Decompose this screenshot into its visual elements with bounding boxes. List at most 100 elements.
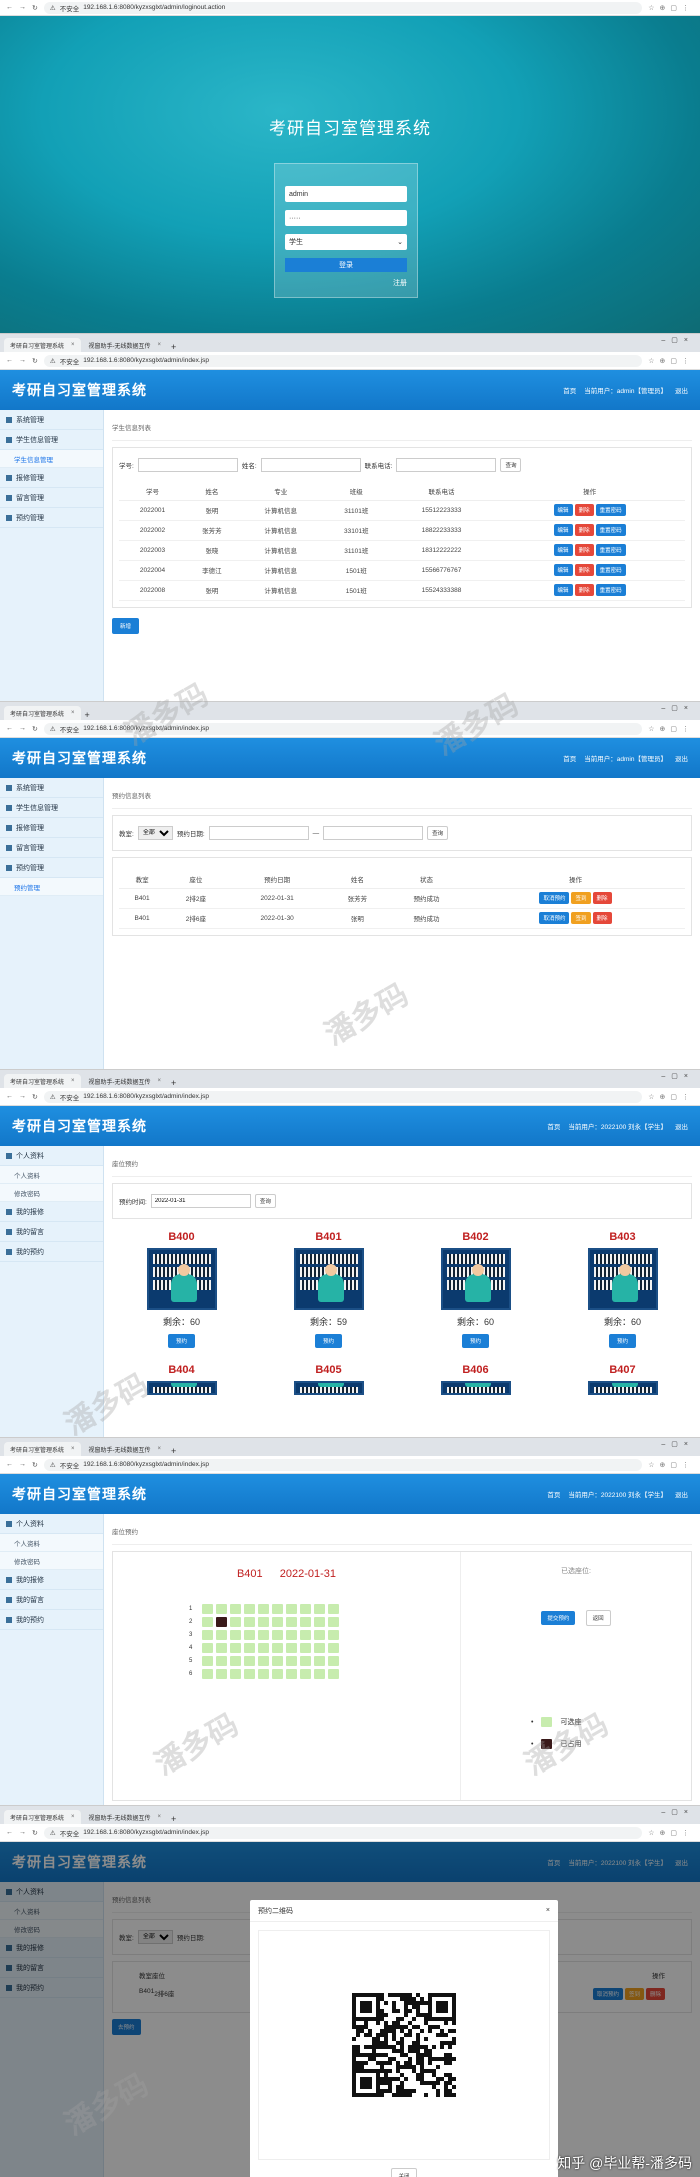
reset-password-button[interactable]: 重置密码: [595, 504, 626, 516]
search-button[interactable]: 查询: [254, 1194, 276, 1208]
seat[interactable]: [286, 1643, 297, 1653]
cancel-button[interactable]: 取消预约: [539, 912, 570, 924]
sidebar-item-students[interactable]: 学生信息管理: [0, 798, 103, 818]
seat[interactable]: [244, 1656, 255, 1666]
seat[interactable]: [202, 1604, 213, 1614]
seat[interactable]: [328, 1630, 339, 1640]
home-link[interactable]: 首页: [547, 1489, 560, 1499]
seat[interactable]: [328, 1617, 339, 1627]
delete-button[interactable]: 删除: [574, 544, 594, 556]
seat[interactable]: [286, 1617, 297, 1627]
edit-button[interactable]: 编辑: [553, 504, 573, 516]
sidebar-item-messages[interactable]: 我的留言: [0, 1222, 103, 1242]
seat[interactable]: [258, 1604, 269, 1614]
seat[interactable]: [272, 1617, 283, 1627]
seat[interactable]: [202, 1656, 213, 1666]
window-controls[interactable]: –▢×: [661, 336, 694, 344]
home-link[interactable]: 首页: [547, 1121, 560, 1131]
seat[interactable]: [202, 1669, 213, 1679]
delete-button[interactable]: 删除: [574, 524, 594, 536]
forward-icon[interactable]: →: [19, 357, 26, 364]
url-field[interactable]: ⚠ 不安全 192.168.1.6:8080/kyzxsglxt/admin/ind…: [43, 1090, 643, 1103]
seat[interactable]: [258, 1617, 269, 1627]
checkin-button[interactable]: 签到: [571, 892, 591, 904]
close-icon[interactable]: ×: [546, 1907, 550, 1914]
seat[interactable]: [286, 1604, 297, 1614]
browser-tab[interactable]: 视窗助手-无线数据互传 ×: [83, 338, 168, 352]
seat[interactable]: [230, 1617, 241, 1627]
window-controls[interactable]: –▢×: [661, 1072, 694, 1080]
sidebar-item-reservations[interactable]: 预约管理: [0, 508, 103, 528]
sidebar-item-repair[interactable]: 报修管理: [0, 468, 103, 488]
sidebar-sub-profile[interactable]: 个人资料: [0, 1534, 103, 1552]
sidebar-sub-reservations[interactable]: 预约管理: [0, 878, 103, 896]
toolbar-icons[interactable]: ☆⊕▢⋮: [648, 725, 694, 733]
role-select[interactable]: 学生 ⌄: [285, 234, 407, 250]
seat[interactable]: [300, 1617, 311, 1627]
date-from-input[interactable]: [208, 826, 309, 840]
url-field[interactable]: ⚠ 不安全 192.168.1.6:8080/kyzxsglxt/admin/ind…: [43, 722, 643, 735]
seat[interactable]: [258, 1630, 269, 1640]
browser-tab[interactable]: 考研自习室管理系统 ×: [4, 1442, 81, 1456]
url-field[interactable]: ⚠ 不安全 192.168.1.6:8080/kyzxsglxt/admin/ind…: [43, 354, 643, 367]
back-button[interactable]: 返回: [585, 1610, 611, 1626]
seat[interactable]: [300, 1604, 311, 1614]
back-icon[interactable]: ←: [6, 1829, 13, 1836]
sidebar-item-reservations[interactable]: 预约管理: [0, 858, 103, 878]
forward-icon[interactable]: →: [19, 1093, 26, 1100]
seat[interactable]: [272, 1630, 283, 1640]
reset-password-button[interactable]: 重置密码: [595, 564, 626, 576]
toolbar-icons[interactable]: ☆⊕▢⋮: [648, 4, 694, 12]
sidebar-sub-profile[interactable]: 个人资料: [0, 1166, 103, 1184]
seat[interactable]: [244, 1630, 255, 1640]
forward-icon[interactable]: →: [19, 1829, 26, 1836]
seat[interactable]: [216, 1617, 227, 1627]
search-button[interactable]: 查询: [427, 826, 449, 840]
reload-icon[interactable]: ↻: [32, 357, 38, 365]
sidebar-item-students[interactable]: 学生信息管理: [0, 430, 103, 450]
seat[interactable]: [286, 1656, 297, 1666]
reload-icon[interactable]: ↻: [32, 1829, 38, 1837]
logout-link[interactable]: 退出: [675, 1489, 688, 1499]
window-controls[interactable]: –▢×: [661, 704, 694, 712]
seat[interactable]: [328, 1656, 339, 1666]
url-field[interactable]: ⚠ 不安全 192.168.1.6:8080/kyzxsglxt/admin/ind…: [43, 1826, 643, 1839]
delete-button[interactable]: 删除: [592, 912, 612, 924]
book-button[interactable]: 预约: [461, 1334, 489, 1348]
window-controls[interactable]: –▢×: [661, 1808, 694, 1816]
browser-tab[interactable]: 考研自习室管理系统 ×: [4, 706, 81, 720]
add-button[interactable]: 新增: [112, 617, 140, 634]
delete-button[interactable]: 删除: [592, 892, 612, 904]
seat[interactable]: [272, 1656, 283, 1666]
seat[interactable]: [286, 1630, 297, 1640]
sidebar-item-messages[interactable]: 留言管理: [0, 488, 103, 508]
sidebar-sub-students[interactable]: 学生信息管理: [0, 450, 103, 468]
seat[interactable]: [328, 1643, 339, 1653]
logout-link[interactable]: 退出: [675, 385, 688, 395]
seat[interactable]: [300, 1656, 311, 1666]
close-button[interactable]: 关闭: [391, 2168, 417, 2177]
seat[interactable]: [216, 1630, 227, 1640]
student-no-input[interactable]: [137, 458, 238, 472]
sidebar-item-repair[interactable]: 我的报修: [0, 1202, 103, 1222]
toolbar-icons[interactable]: ☆⊕▢⋮: [648, 1093, 694, 1101]
seat[interactable]: [258, 1656, 269, 1666]
seat[interactable]: [272, 1669, 283, 1679]
checkin-button[interactable]: 签到: [571, 912, 591, 924]
book-button[interactable]: 预约: [608, 1334, 636, 1348]
back-icon[interactable]: ←: [6, 357, 13, 364]
sidebar-item-profile[interactable]: 个人资料: [0, 1146, 103, 1166]
login-button[interactable]: 登录: [285, 258, 407, 272]
forward-icon[interactable]: →: [19, 4, 26, 11]
toolbar-icons[interactable]: ☆⊕▢⋮: [648, 1461, 694, 1469]
logout-link[interactable]: 退出: [675, 1121, 688, 1131]
toolbar-icons[interactable]: ☆⊕▢⋮: [648, 357, 694, 365]
delete-button[interactable]: 删除: [574, 504, 594, 516]
seat[interactable]: [272, 1643, 283, 1653]
seat[interactable]: [202, 1643, 213, 1653]
date-input[interactable]: [150, 1194, 251, 1208]
browser-tab[interactable]: 考研自习室管理系统 ×: [4, 338, 81, 352]
browser-tab[interactable]: 视窗助手-无线数据互传 ×: [83, 1442, 168, 1456]
forward-icon[interactable]: →: [19, 1461, 26, 1468]
logout-link[interactable]: 退出: [675, 753, 688, 763]
